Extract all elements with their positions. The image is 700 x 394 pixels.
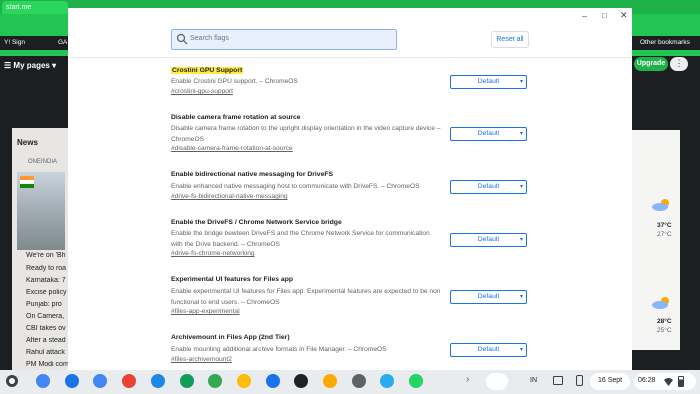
flag-title: Enable bidirectional native messaging fo… [171,171,334,178]
flag-select-value: Default [477,346,500,353]
flag-select-value: Default [477,78,500,85]
news-headline[interactable]: Ready to roa [26,265,68,272]
weather-high: 28°C [657,318,672,325]
flag-select-value: Default [477,183,500,190]
chat-icon[interactable] [265,374,280,388]
flag-select[interactable]: Default ▾ [450,180,527,194]
flag-title: Archivemount in Files App (2nd Tier) [171,334,290,341]
battery-icon [678,376,684,387]
minimize-icon[interactable]: – [582,11,587,21]
news-headline[interactable]: We're on 'Bh [26,252,68,259]
files-icon[interactable] [150,374,165,388]
cloud-sun-icon [652,297,669,309]
close-icon[interactable]: ✕ [620,10,628,21]
flag-link[interactable]: #crostini-gpu-support [171,88,233,95]
tab-title: start.me [6,4,32,11]
flag-select[interactable]: Default ▾ [450,75,527,89]
flag-select[interactable]: Default ▾ [450,343,527,357]
flag-select[interactable]: Default ▾ [450,290,527,304]
flag-title: Crostini GPU Support [171,67,244,74]
upgrade-button[interactable]: Upgrade [634,57,668,71]
chevron-down-icon: ▾ [519,237,523,243]
flag-image [20,176,34,188]
launcher-icon[interactable] [6,375,18,387]
flag-description: Enable experimental UI features for File… [171,288,441,306]
chevron-right-icon[interactable]: › [466,374,469,385]
flag-description: Enable Crostini GPU support. – ChromeOS [171,78,298,85]
cloud-sun-icon [652,199,669,211]
input-method[interactable]: IN [530,377,537,384]
settings-icon[interactable] [351,374,366,388]
chrome-icon[interactable] [36,374,50,388]
news-headline[interactable]: On Camera, [26,313,68,320]
chevron-down-icon: ▾ [519,131,523,137]
search-placeholder: Search flags [190,35,229,42]
news-source: ONEINDIA [28,159,58,165]
photos-icon[interactable] [236,374,251,388]
screen-capture-icon[interactable] [486,373,508,390]
flag-title: Enable the DriveFS / Chrome Network Serv… [171,219,342,226]
more-icon[interactable]: ⋮ [670,57,688,71]
flag-description: Disable camera frame rotation to the upr… [171,125,441,143]
chevron-down-icon: ▾ [519,79,523,85]
flag-select-value: Default [477,130,500,137]
maximize-icon[interactable]: □ [602,11,607,20]
bookmark-ga[interactable]: GA [58,39,67,46]
flag-select[interactable]: Default ▾ [450,233,527,247]
reset-all-button[interactable]: Reset all [491,31,529,48]
flag-description: Enable mounting additional archive forma… [171,346,387,353]
time-label: 06:28 [638,377,656,384]
flag-select[interactable]: Default ▾ [450,127,527,141]
flag-select-value: Default [477,293,500,300]
clipboard-icon[interactable] [553,376,563,385]
news-headline[interactable]: Punjab: pro [26,301,68,308]
flag-description: Enable the bridge bewteen DriveFS and th… [171,230,430,248]
chevron-down-icon: ▾ [519,294,523,300]
weather-low: 27°C [657,231,672,238]
flag-description: Enable enhanced native messaging host to… [171,183,420,190]
flag-link[interactable]: #disable-camera-frame-rotation-at-source [171,145,293,152]
whatsapp-icon[interactable] [409,374,424,388]
date-label: 16 Sept [598,377,623,384]
browser-tab[interactable]: start.me [2,1,68,14]
my-pages-label: My pages [13,61,50,70]
weather-widget [632,130,680,350]
chevron-down-icon: ▾ [519,184,523,190]
my-pages-menu[interactable]: ☰ My pages ▾ [4,58,56,74]
news-headline[interactable]: PM Modi com [26,361,68,368]
phone-icon[interactable] [576,375,583,386]
wifi-icon [664,378,673,386]
flag-link[interactable]: #drive-fs-chrome-networking [171,250,255,257]
chevron-down-icon: ▾ [519,347,523,353]
bookmark-yahoo[interactable]: Y! Sign [4,39,25,46]
flag-title: Experimental UI features for Files app [171,276,294,283]
news-headline[interactable]: Excise policy [26,289,68,296]
flag-link[interactable]: #files-archivemount2 [171,356,232,363]
weather-high: 37°C [657,222,672,229]
notes-icon[interactable] [323,374,337,388]
search-icon [176,33,188,45]
news-headline[interactable]: Rahul attack [26,349,68,356]
calendar-icon[interactable] [64,374,79,388]
news-headline[interactable]: Karnataka: 7 [26,277,68,284]
flag-link[interactable]: #files-app-experimental [171,308,240,315]
weather-low: 25°C [657,327,672,334]
news-headline[interactable]: After a stead [26,337,68,344]
other-bookmarks[interactable]: Other bookmarks [640,39,690,46]
sheets-icon[interactable] [179,374,194,388]
gmail-icon[interactable] [122,374,137,388]
news-title: News [17,138,38,147]
flag-title: Disable camera frame rotation at source [171,114,301,121]
flag-link[interactable]: #drive-fs-bidirectional-native-messaging [171,193,288,200]
news-headline[interactable]: CBI takes ov [26,325,68,332]
flag-select-value: Default [477,236,500,243]
